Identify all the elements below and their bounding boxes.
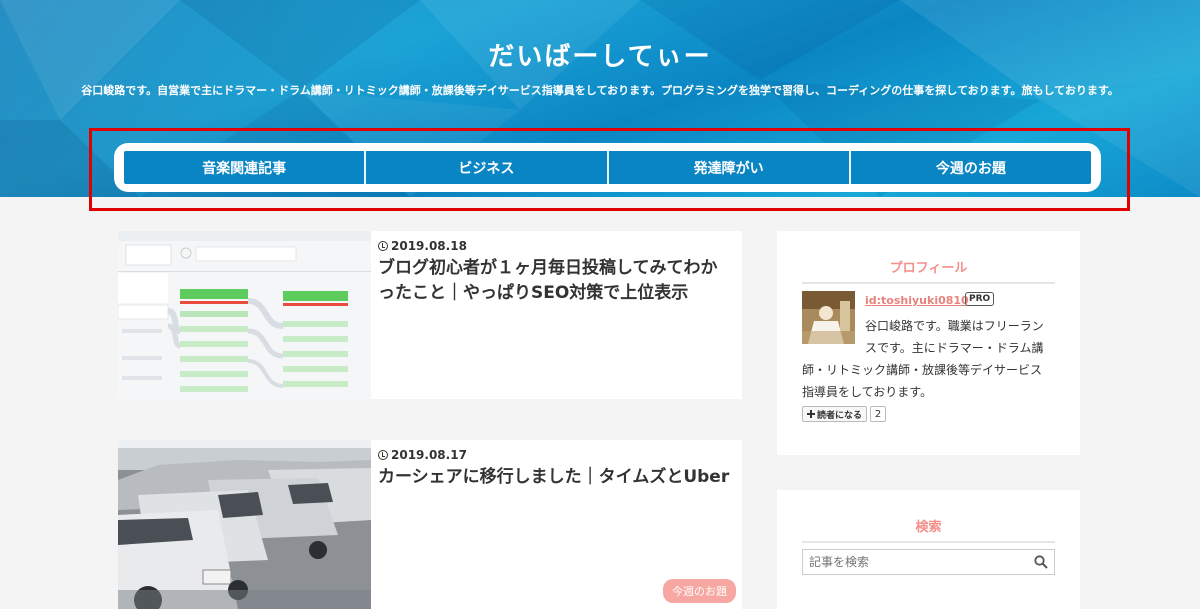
article-card[interactable]: 2019.08.17 カーシェアに移行しました｜タイムズとUber 今週のお題 <box>118 440 742 609</box>
profile-bio: 谷口峻路です。職業はフリーラン スです。主にドラマー・ドラム講 師・リトミック講… <box>802 315 1052 403</box>
article-date: 2019.08.17 <box>378 448 734 462</box>
follow-button-label: 読者になる <box>817 410 863 421</box>
pro-badge: PRO <box>965 292 995 306</box>
article-date-text: 2019.08.17 <box>391 448 467 462</box>
profile-bio-line: 谷口峻路です。職業はフリーラン <box>865 319 1044 333</box>
article-body: 2019.08.17 カーシェアに移行しました｜タイムズとUber <box>378 448 734 490</box>
profile-bio-line: スです。主にドラマー・ドラム講 <box>865 341 1044 355</box>
analytics-flow-thumbnail-image <box>118 231 371 399</box>
plus-icon <box>807 410 815 418</box>
search-icon[interactable] <box>1028 550 1054 574</box>
profile-user-id[interactable]: id:toshiyuki0810 <box>865 294 969 307</box>
profile-heading: プロフィール <box>802 257 1055 284</box>
parked-cars-thumbnail-image <box>118 440 371 609</box>
article-date: 2019.08.18 <box>378 239 734 253</box>
highlight-outline <box>89 128 1130 211</box>
article-thumbnail[interactable] <box>118 231 371 399</box>
profile-widget: プロフィール id:toshiyuki0810 PRO 谷口峻路です。職業はフリ… <box>777 231 1080 455</box>
site-title[interactable]: だいばーしてぃー <box>0 36 1200 73</box>
search-widget: 検索 <box>777 490 1080 609</box>
article-body: 2019.08.18 ブログ初心者が１ヶ月毎日投稿してみてわかったこと｜やっぱり… <box>378 239 734 306</box>
category-tag[interactable]: 今週のお題 <box>663 579 736 603</box>
article-title[interactable]: カーシェアに移行しました｜タイムズとUber <box>378 465 734 490</box>
site-description: 谷口峻路です。自営業で主にドラマー・ドラム講師・リトミック講師・放課後等デイサー… <box>81 84 1119 97</box>
search-input[interactable] <box>803 550 1028 574</box>
search-box <box>802 549 1055 575</box>
search-heading: 検索 <box>802 516 1055 543</box>
follower-count: 2 <box>870 406 886 422</box>
article-date-text: 2019.08.18 <box>391 239 467 253</box>
clock-icon <box>378 450 388 460</box>
follow-button[interactable]: 読者になる <box>802 406 868 422</box>
clock-icon <box>378 241 388 251</box>
article-title[interactable]: ブログ初心者が１ヶ月毎日投稿してみてわかったこと｜やっぱりSEO対策で上位表示 <box>378 256 734 306</box>
article-thumbnail[interactable] <box>118 440 371 609</box>
profile-bio-rest: 師・リトミック講師・放課後等デイサービス指導員をしております。 <box>802 363 1043 399</box>
article-card[interactable]: 2019.08.18 ブログ初心者が１ヶ月毎日投稿してみてわかったこと｜やっぱり… <box>118 231 742 399</box>
